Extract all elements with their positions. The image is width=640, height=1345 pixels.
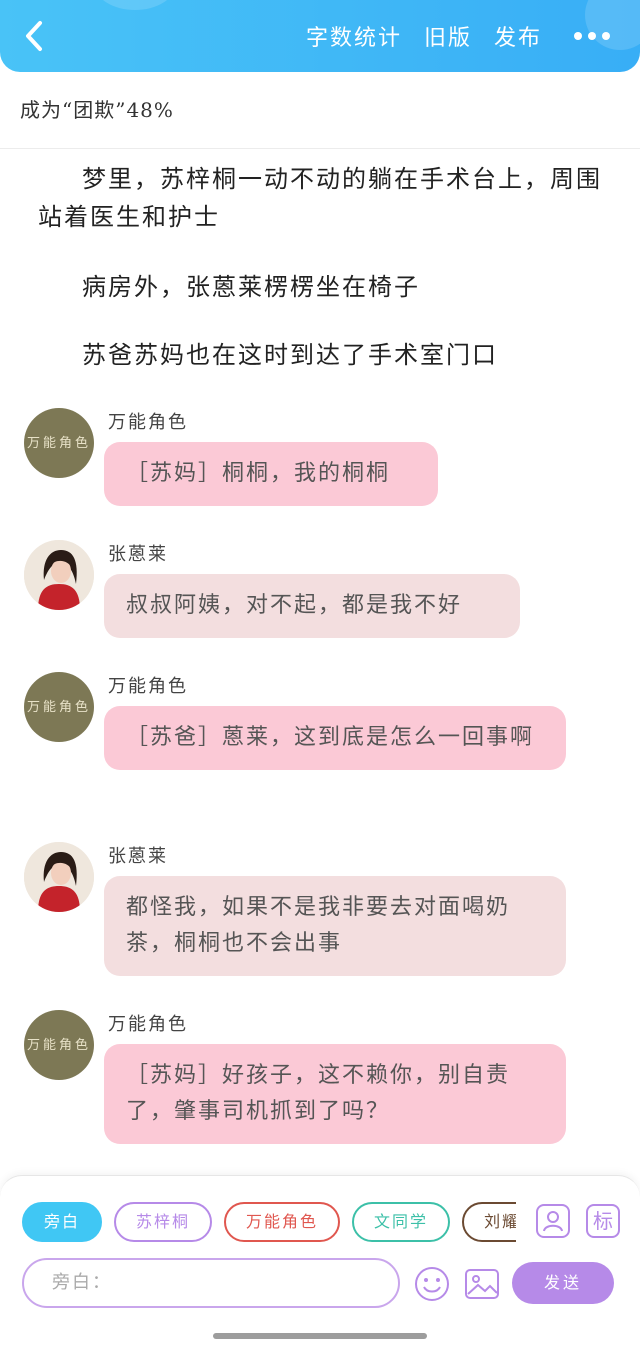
message-bubble[interactable]: 叔叔阿姨，对不起，都是我不好	[104, 574, 520, 638]
role-chip-narrator[interactable]: 旁白	[22, 1202, 103, 1242]
back-button[interactable]	[20, 18, 50, 54]
divider	[0, 148, 640, 149]
smiley-icon	[415, 1267, 449, 1301]
send-button[interactable]: 发送	[512, 1262, 614, 1304]
chat-message: 万能角色 万能角色 ［苏爸］蒽莱，这到底是怎么一回事啊	[24, 672, 584, 822]
avatar[interactable]: 万能角色	[24, 1010, 94, 1080]
avatar-label: 万能角色	[26, 1038, 91, 1053]
progress-text: 成为“团欺”48%	[20, 98, 174, 122]
composer-panel: 旁白苏梓桐万能角色文同学刘耀文 标 旁白： 发送	[0, 1175, 640, 1345]
sender-name: 张蒽莱	[108, 846, 168, 867]
sender-name: 万能角色	[108, 412, 188, 433]
portrait-icon	[24, 540, 94, 610]
emoji-button[interactable]	[414, 1266, 450, 1302]
home-indicator[interactable]	[213, 1333, 427, 1339]
role-chip-wen[interactable]: 文同学	[352, 1202, 451, 1242]
avatar[interactable]	[24, 540, 94, 610]
top-app-bar: 字数统计 旧版 发布	[0, 0, 640, 72]
tag-button[interactable]: 标	[586, 1204, 620, 1238]
role-selector[interactable]: 旁白苏梓桐万能角色文同学刘耀文	[22, 1202, 516, 1246]
sender-name: 张蒽莱	[108, 544, 168, 565]
message-input[interactable]: 旁白：	[22, 1258, 400, 1308]
dot	[588, 32, 596, 40]
header-actions: 字数统计 旧版 发布	[306, 18, 610, 54]
role-chip-liu-yaowen[interactable]: 刘耀文	[462, 1202, 516, 1242]
sender-name: 万能角色	[108, 1014, 188, 1035]
character-button[interactable]	[536, 1204, 570, 1238]
message-bubble[interactable]: ［苏爸］蒽莱，这到底是怎么一回事啊	[104, 706, 566, 770]
header-decoration	[95, 0, 175, 10]
portrait-icon	[24, 842, 94, 912]
message-bubble[interactable]: 都怪我，如果不是我非要去对面喝奶茶，桐桐也不会出事	[104, 876, 566, 976]
chat-message: 万能角色 万能角色 ［苏妈］好孩子，这不赖你，别自责了，肇事司机抓到了吗？	[24, 1010, 584, 1160]
person-icon	[543, 1211, 563, 1232]
message-bubble[interactable]: ［苏妈］好孩子，这不赖你，别自责了，肇事司机抓到了吗？	[104, 1044, 566, 1144]
chevron-left-icon	[26, 21, 42, 51]
image-icon	[465, 1269, 499, 1299]
old-version-button[interactable]: 旧版	[424, 20, 472, 52]
narration-paragraph: 苏爸苏妈也在这时到达了手术室门口	[82, 341, 498, 369]
chat-message: 张蒽莱 都怪我，如果不是我非要去对面喝奶茶，桐桐也不会出事	[24, 842, 584, 992]
message-bubble[interactable]: ［苏妈］桐桐，我的桐桐	[104, 442, 438, 506]
avatar-label: 万能角色	[26, 436, 91, 451]
image-button[interactable]	[464, 1266, 500, 1302]
publish-button[interactable]: 发布	[494, 20, 542, 52]
dot	[602, 32, 610, 40]
role-chip-su-zitong[interactable]: 苏梓桐	[114, 1202, 213, 1242]
sender-name: 万能角色	[108, 676, 188, 697]
avatar[interactable]	[24, 842, 94, 912]
chat-message: 万能角色 万能角色 ［苏妈］桐桐，我的桐桐	[24, 408, 584, 518]
chat-message: 张蒽莱 叔叔阿姨，对不起，都是我不好	[24, 540, 584, 650]
narration-paragraph: 病房外，张蒽莱楞楞坐在椅子	[82, 273, 420, 301]
role-chip-universal[interactable]: 万能角色	[224, 1202, 341, 1242]
dot	[574, 32, 582, 40]
word-count-button[interactable]: 字数统计	[306, 20, 402, 52]
more-icon[interactable]	[574, 32, 610, 40]
avatar-label: 万能角色	[26, 700, 91, 715]
avatar[interactable]: 万能角色	[24, 672, 94, 742]
narration-paragraph: 梦里，苏梓桐一动不动的躺在手术台上，周围站着医生和护士	[38, 165, 602, 231]
avatar[interactable]: 万能角色	[24, 408, 94, 478]
